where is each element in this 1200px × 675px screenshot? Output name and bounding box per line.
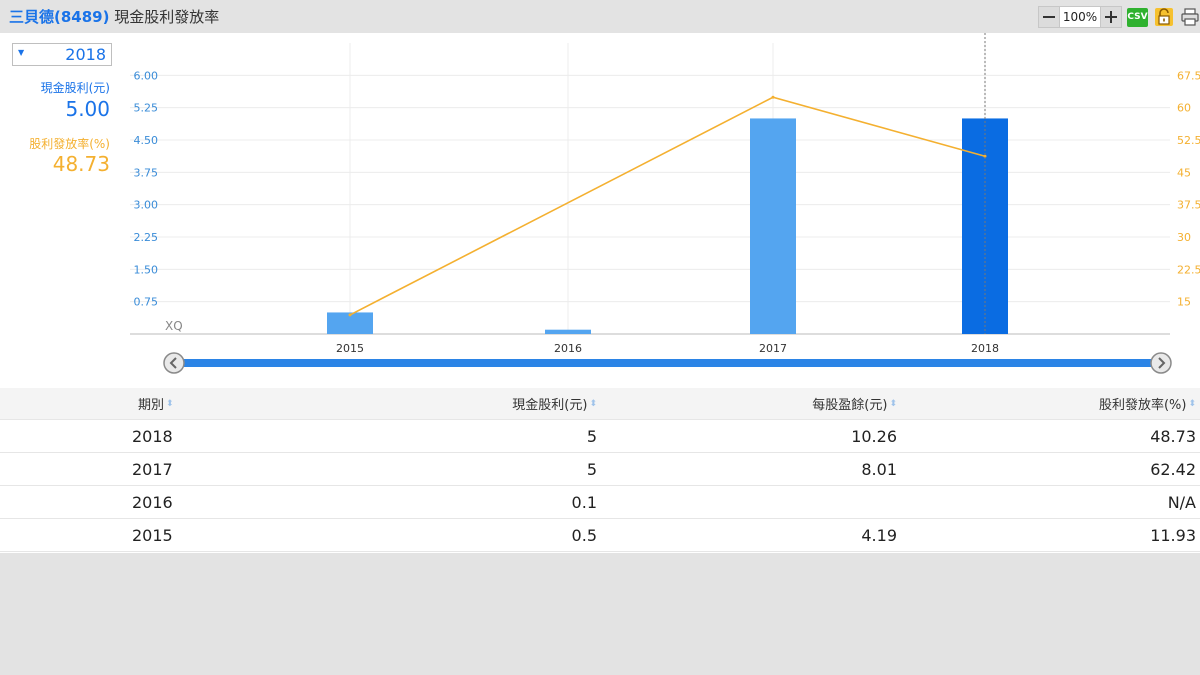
cell-cash-dividend: 0.5: [571, 525, 597, 545]
cell-period: 2017: [132, 459, 173, 479]
cell-payout-rate: 48.73: [1150, 426, 1196, 446]
toolbar: 100% CSV: [1038, 6, 1200, 28]
cell-cash-dividend: 5: [586, 459, 597, 479]
minus-icon: [1043, 16, 1055, 18]
app-window: 三貝德(8489) 現金股利發放率 100% CSV ▼ 2018 現金股利(元…: [0, 0, 1200, 675]
x-tick-label: 2016: [554, 342, 582, 355]
column-header-payout-rate[interactable]: 股利發放率(%) ⬍: [1099, 388, 1196, 419]
cell-eps: 10.26: [851, 426, 897, 446]
zoom-level: 100%: [1060, 6, 1100, 28]
csv-export-button[interactable]: CSV: [1127, 7, 1148, 27]
cell-eps: 4.19: [861, 525, 897, 545]
dividend-chart: 0.75 1.50 2.25 3.00 3.75 4.50 5.25 6.00 15 22.5 3…: [130, 33, 1200, 374]
column-header-cash-dividend[interactable]: 現金股利(元) ⬍: [512, 388, 597, 419]
line-point: [771, 95, 775, 99]
sort-icon: ⬍: [589, 398, 597, 409]
cell-payout-rate: N/A: [1167, 492, 1196, 512]
column-header-period[interactable]: 期別 ⬍: [138, 388, 174, 419]
table-row: 2016 0.1 N/A: [0, 486, 1200, 519]
right-axis: 15 22.5 30 37.5 45 52.5 60 67.5: [1177, 69, 1200, 308]
plus-icon: [1105, 11, 1117, 23]
line-series: [348, 33, 987, 334]
title-bar: 三貝德(8489) 現金股利發放率 100% CSV: [0, 0, 1200, 33]
table-header-row: 期別 ⬍ 現金股利(元) ⬍ 每股盈餘(元) ⬍ 股利發放率(%) ⬍: [0, 388, 1200, 420]
table-row: 2017 5 8.01 62.42: [0, 453, 1200, 486]
chart-grid: [130, 43, 1170, 335]
column-header-eps[interactable]: 每股盈餘(元) ⬍: [812, 388, 897, 419]
sort-icon: ⬍: [889, 398, 897, 409]
cell-cash-dividend: 5: [586, 426, 597, 446]
right-tick-label: 60: [1177, 102, 1191, 115]
right-tick-label: 67.5: [1177, 69, 1200, 82]
page-title: 三貝德(8489) 現金股利發放率: [9, 6, 219, 27]
table-row: 2015 0.5 4.19 11.93: [0, 519, 1200, 552]
cell-payout-rate: 62.42: [1150, 459, 1196, 479]
right-tick-label: 15: [1177, 296, 1191, 309]
cell-payout-rate: 11.93: [1150, 525, 1196, 545]
bar: [545, 329, 591, 334]
line-point: [348, 313, 352, 317]
cell-eps: 8.01: [861, 459, 897, 479]
left-tick-label: 0.75: [134, 296, 159, 309]
sort-icon: ⬍: [166, 398, 174, 409]
left-tick-label: 4.50: [134, 134, 159, 147]
left-tick-label: 2.25: [134, 231, 159, 244]
zoom-out-button[interactable]: [1038, 6, 1060, 28]
left-tick-label: 3.00: [134, 199, 159, 212]
cell-period: 2016: [132, 492, 173, 512]
scroll-left-button[interactable]: [163, 352, 185, 374]
right-tick-label: 37.5: [1177, 199, 1200, 212]
right-tick-label: 30: [1177, 231, 1191, 244]
bar: [750, 118, 796, 334]
left-tick-label: 3.75: [134, 166, 159, 179]
x-tick-label: 2015: [336, 342, 364, 355]
stock-name[interactable]: 三貝德(8489): [9, 8, 109, 26]
left-tick-label: 5.25: [134, 102, 159, 115]
scrollbar-track[interactable]: [180, 359, 1158, 367]
scroll-right-button[interactable]: [1150, 352, 1172, 374]
x-axis: 2015 2016 2017 2018: [336, 342, 999, 355]
sort-icon: ⬍: [1188, 398, 1196, 409]
right-tick-label: 45: [1177, 166, 1191, 179]
left-tick-label: 1.50: [134, 263, 159, 276]
left-axis: 0.75 1.50 2.25 3.00 3.75 4.50 5.25 6.00: [134, 69, 159, 308]
dividend-table: 期別 ⬍ 現金股利(元) ⬍ 每股盈餘(元) ⬍ 股利發放率(%) ⬍ 2018 5 1…: [0, 388, 1200, 552]
table-row: 2018 5 10.26 48.73: [0, 420, 1200, 453]
xq-watermark: XQ: [165, 319, 183, 333]
range-scrollbar[interactable]: [163, 352, 1172, 374]
zoom-in-button[interactable]: [1100, 6, 1122, 28]
printer-icon[interactable]: [1180, 7, 1200, 27]
lock-icon[interactable]: [1154, 7, 1174, 27]
indicator-title: 現金股利發放率: [114, 8, 220, 26]
cell-period: 2018: [132, 426, 173, 446]
right-tick-label: 52.5: [1177, 134, 1200, 147]
cell-period: 2015: [132, 525, 173, 545]
left-tick-label: 6.00: [134, 69, 159, 82]
payout-line: [349, 96, 986, 316]
right-tick-label: 22.5: [1177, 263, 1200, 276]
x-tick-label: 2018: [971, 342, 999, 355]
cell-cash-dividend: 0.1: [571, 492, 597, 512]
x-tick-label: 2017: [759, 342, 787, 355]
